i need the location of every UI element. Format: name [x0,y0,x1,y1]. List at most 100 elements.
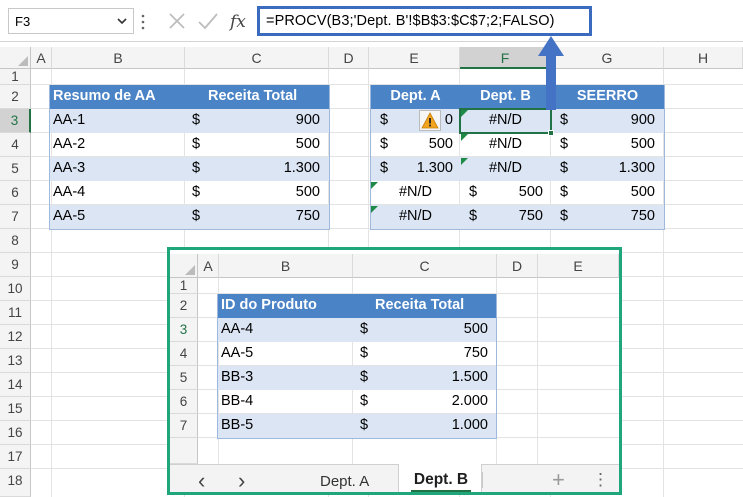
dept-b-value[interactable]: #N/D [460,136,551,152]
prev-sheet-icon[interactable]: ‹ [198,468,205,492]
row-header-14[interactable]: 14 [0,373,31,397]
dept-a-value[interactable]: #N/D [370,184,461,200]
dept-b-value[interactable]: 750 [490,208,543,224]
dept-b-value[interactable]: #N/D [460,160,551,176]
more-sheets-icon[interactable]: ⋮ [592,470,609,490]
cancel-icon[interactable] [166,10,188,32]
summary-value[interactable]: 1.300 [230,160,320,176]
seerro-value[interactable]: 1.300 [580,160,655,176]
summary-id[interactable]: AA-5 [53,208,85,224]
row-header-4[interactable]: 4 [0,133,31,157]
dept-a-value[interactable]: 500 [400,136,453,152]
insert-function-icon[interactable]: fx [228,10,250,32]
product-id[interactable]: AA-4 [221,321,253,337]
dept-b-currency[interactable]: $ [469,208,477,224]
row-header-10[interactable]: 10 [0,277,31,301]
seerro-value[interactable]: 500 [580,184,655,200]
product-value[interactable]: 1.500 [398,369,488,385]
product-id[interactable]: BB-5 [221,417,253,433]
product-currency[interactable]: $ [360,417,368,433]
inset-row-header-1[interactable]: 1 [170,278,198,294]
row-header-9[interactable]: 9 [0,253,31,277]
inset-row-header-5[interactable]: 5 [170,366,198,390]
summary-currency[interactable]: $ [192,160,200,176]
seerro-currency[interactable]: $ [560,136,568,152]
product-currency[interactable]: $ [360,393,368,409]
more-options-icon[interactable] [141,12,145,32]
dept-b-value[interactable]: 500 [490,184,543,200]
inset-column-header-b[interactable]: B [219,254,353,278]
product-value[interactable]: 500 [398,321,488,337]
column-header-a[interactable]: A [31,47,52,69]
dept-a-currency[interactable]: $ [380,136,388,152]
inset-column-header-c[interactable]: C [353,254,497,278]
summary-id[interactable]: AA-4 [53,184,85,200]
product-value[interactable]: 2.000 [398,393,488,409]
error-check-button[interactable] [419,110,441,131]
summary-id[interactable]: AA-2 [53,136,85,152]
inset-column-header-d[interactable]: D [497,254,538,278]
summary-id[interactable]: AA-1 [53,112,85,128]
dept-a-currency[interactable]: $ [380,112,388,128]
summary-value[interactable]: 750 [230,208,320,224]
column-header-d[interactable]: D [329,47,369,69]
column-header-e[interactable]: E [369,47,460,69]
dept-b-value[interactable]: #N/D [460,112,551,128]
summary-currency[interactable]: $ [192,184,200,200]
row-header-16[interactable]: 16 [0,421,31,445]
row-header-5[interactable]: 5 [0,157,31,181]
seerro-value[interactable]: 750 [580,208,655,224]
name-box[interactable]: F3 [8,8,134,34]
row-header-1[interactable]: 1 [0,69,31,85]
product-currency[interactable]: $ [360,345,368,361]
inset-column-header-e[interactable]: E [538,254,619,278]
inset-row-header-7[interactable]: 7 [170,414,198,438]
dept-a-currency[interactable]: $ [380,160,388,176]
row-header-8[interactable]: 8 [0,229,31,253]
inset-column-header-a[interactable]: A [198,254,219,278]
dept-a-value[interactable]: #N/D [370,208,461,224]
row-header-13[interactable]: 13 [0,349,31,373]
chevron-down-icon[interactable] [116,15,128,27]
dept-a-value[interactable]: 1.300 [400,160,453,176]
summary-currency[interactable]: $ [192,136,200,152]
inset-row-header-6[interactable]: 6 [170,390,198,414]
column-header-c[interactable]: C [185,47,329,69]
row-header-6[interactable]: 6 [0,181,31,205]
summary-currency[interactable]: $ [192,112,200,128]
column-header-b[interactable]: B [52,47,185,69]
product-value[interactable]: 1.000 [398,417,488,433]
add-sheet-icon[interactable]: + [552,467,565,492]
row-header-2[interactable]: 2 [0,85,31,109]
seerro-currency[interactable]: $ [560,208,568,224]
inset-row-header-4[interactable]: 4 [170,342,198,366]
seerro-value[interactable]: 500 [580,136,655,152]
dept-b-currency[interactable]: $ [469,184,477,200]
row-header-7[interactable]: 7 [0,205,31,229]
row-header-17[interactable]: 17 [0,445,31,469]
product-id[interactable]: BB-3 [221,369,253,385]
select-all-corner[interactable] [0,47,31,69]
row-header-18[interactable]: 18 [0,469,31,497]
seerro-currency[interactable]: $ [560,184,568,200]
tab-dept-a[interactable]: Dept. A [320,473,369,490]
product-currency[interactable]: $ [360,369,368,385]
seerro-currency[interactable]: $ [560,112,568,128]
next-sheet-icon[interactable]: › [238,468,245,492]
summary-value[interactable]: 500 [230,184,320,200]
summary-currency[interactable]: $ [192,208,200,224]
tab-dept-b-active[interactable]: Dept. B [398,464,482,492]
product-currency[interactable]: $ [360,321,368,337]
inset-row-header-2[interactable]: 2 [170,294,198,318]
summary-value[interactable]: 900 [230,112,320,128]
product-id[interactable]: AA-5 [221,345,253,361]
inset-row-header-3[interactable]: 3 [170,318,198,342]
formula-input[interactable]: =PROCV(B3;'Dept. B'!$B$3:$C$7;2;FALSO) [257,6,592,36]
seerro-value[interactable]: 900 [580,112,655,128]
row-header-3[interactable]: 3 [0,109,31,133]
summary-value[interactable]: 500 [230,136,320,152]
product-id[interactable]: BB-4 [221,393,253,409]
inset-select-all-corner[interactable] [170,254,198,278]
column-header-h[interactable]: H [664,47,743,69]
summary-id[interactable]: AA-3 [53,160,85,176]
